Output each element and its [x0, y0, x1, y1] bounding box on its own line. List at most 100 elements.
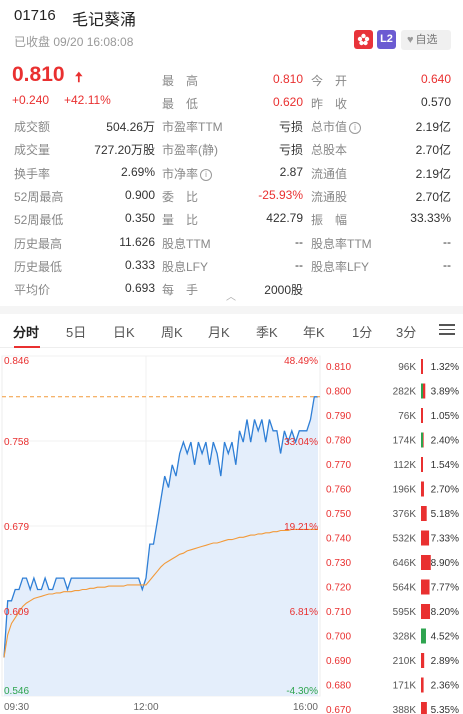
ob-percent: 7.33%: [431, 534, 459, 545]
y-price-label: 0.609: [4, 607, 29, 618]
stat-label: 流通值: [311, 167, 348, 181]
stat-value: 亏损: [278, 120, 303, 134]
y-price-label: 0.758: [4, 437, 29, 448]
ob-percent: 1.54%: [431, 460, 459, 471]
stat-value: 亏损: [278, 143, 303, 157]
ob-percent: 4.52%: [431, 632, 459, 643]
menu-icon[interactable]: [439, 324, 455, 338]
chart-tabs: 分时 5日 日K 周K 月K 季K 年K 1分 3分: [0, 314, 463, 348]
stat-value: 0.900: [124, 188, 155, 202]
stat-value: 2.69%: [120, 165, 155, 179]
ob-volume: 376K: [393, 509, 417, 520]
tab-intraday[interactable]: 分时: [13, 322, 39, 341]
ob-bar: [421, 579, 430, 595]
last-price: 0.810: [12, 63, 65, 86]
ob-price: 0.700: [326, 632, 351, 643]
info-icon[interactable]: i: [200, 169, 213, 181]
ob-bar: [421, 702, 427, 714]
ob-percent: 1.32%: [431, 362, 459, 373]
price-area: [4, 396, 318, 696]
ob-bar: [421, 677, 424, 693]
ob-bar: [421, 506, 427, 521]
ob-bar-buy: [421, 432, 423, 448]
x-label: 12:00: [133, 702, 158, 713]
ob-volume: 210K: [393, 656, 417, 667]
level2-badge[interactable]: L2: [377, 30, 396, 49]
ob-volume: 595K: [393, 607, 417, 618]
y-price-label: 0.546: [4, 686, 29, 697]
tab-yearly-k[interactable]: 年K: [303, 322, 325, 341]
price-change-pct: +42.11%: [64, 93, 111, 107]
stat-value: 2.70亿: [415, 143, 451, 157]
y-pct-label: -4.30%: [286, 686, 318, 697]
y-pct-label: 33.04%: [284, 437, 318, 448]
ob-price: 0.800: [326, 387, 351, 398]
arrow-up-icon: 🠅: [75, 69, 83, 85]
ob-percent: 3.89%: [431, 387, 459, 398]
tab-3min[interactable]: 3分: [396, 322, 416, 341]
favorite-label: 自选: [415, 34, 438, 46]
y-pct-label: 6.81%: [290, 607, 318, 618]
tab-daily-k[interactable]: 日K: [113, 322, 135, 341]
tab-quarterly-k[interactable]: 季K: [256, 322, 278, 341]
stat-label: 流通股: [311, 190, 348, 204]
ob-percent: 2.40%: [431, 436, 459, 447]
stat-value: 727.20万股: [94, 143, 155, 157]
stat-value: 504.26万: [106, 120, 155, 134]
stat-label: 市净率 i: [162, 165, 213, 182]
stat-label: 历史最高: [14, 237, 63, 251]
section-divider: [0, 306, 463, 314]
info-icon[interactable]: i: [349, 122, 362, 134]
stat-value: 2000股: [264, 283, 303, 297]
stock-code: 01716: [14, 7, 56, 24]
prevclose-label: 昨 收: [311, 97, 348, 111]
ob-bar: [421, 481, 424, 497]
y-pct-label: 48.49%: [284, 356, 318, 367]
open-value: 0.640: [420, 72, 451, 86]
stat-value: --: [443, 258, 451, 272]
ob-bar: [421, 653, 425, 668]
stat-value: --: [443, 235, 451, 249]
ob-volume: 174K: [393, 436, 417, 447]
stat-value: 2.19亿: [415, 167, 451, 181]
stat-value: 0.350: [124, 211, 155, 225]
stat-label: 成交量: [14, 143, 51, 157]
stat-label: 52周最高: [14, 190, 64, 204]
ob-percent: 8.20%: [431, 607, 459, 618]
stat-label: 量 比: [162, 213, 199, 227]
stat-value: 0.693: [124, 281, 155, 295]
stock-name: 毛记葵涌: [72, 12, 137, 29]
low-label: 最 低: [162, 97, 199, 111]
hk-flag-icon: [354, 30, 373, 49]
add-favorite-button[interactable]: ♥ 自选: [401, 30, 451, 50]
ob-volume: 171K: [393, 681, 417, 692]
ob-bar: [421, 530, 430, 546]
ob-price: 0.760: [326, 485, 351, 496]
stat-label: 平均价: [14, 283, 51, 297]
tab-weekly-k[interactable]: 周K: [161, 322, 183, 341]
ob-price: 0.780: [326, 436, 351, 447]
ob-percent: 2.70%: [431, 485, 459, 496]
stat-label: 历史最低: [14, 260, 63, 274]
chevron-up-icon[interactable]: ︿: [226, 288, 236, 303]
tab-monthly-k[interactable]: 月K: [208, 322, 230, 341]
tab-1min[interactable]: 1分: [352, 322, 372, 341]
y-price-label: 0.679: [4, 522, 29, 533]
ob-volume: 532K: [393, 534, 417, 545]
ob-price: 0.810: [326, 362, 351, 373]
ob-bar: [421, 359, 423, 374]
high-label: 最 高: [162, 74, 199, 88]
ob-price: 0.750: [326, 509, 351, 520]
ob-price: 0.770: [326, 460, 351, 471]
stat-value: 11.626: [119, 235, 155, 249]
tab-5day[interactable]: 5日: [66, 322, 86, 341]
stat-value: -25.93%: [258, 188, 303, 202]
open-label: 今 开: [311, 74, 348, 88]
ob-percent: 8.90%: [431, 558, 459, 569]
y-pct-label: 19.21%: [284, 522, 318, 533]
intraday-chart[interactable]: 0.846 0.758 0.679 0.609 0.546 48.49% 33.04% 19.…: [0, 348, 463, 714]
ob-price: 0.690: [326, 656, 351, 667]
x-label: 16:00: [293, 702, 318, 713]
ob-bar: [421, 555, 431, 570]
y-price-label: 0.846: [4, 356, 29, 367]
